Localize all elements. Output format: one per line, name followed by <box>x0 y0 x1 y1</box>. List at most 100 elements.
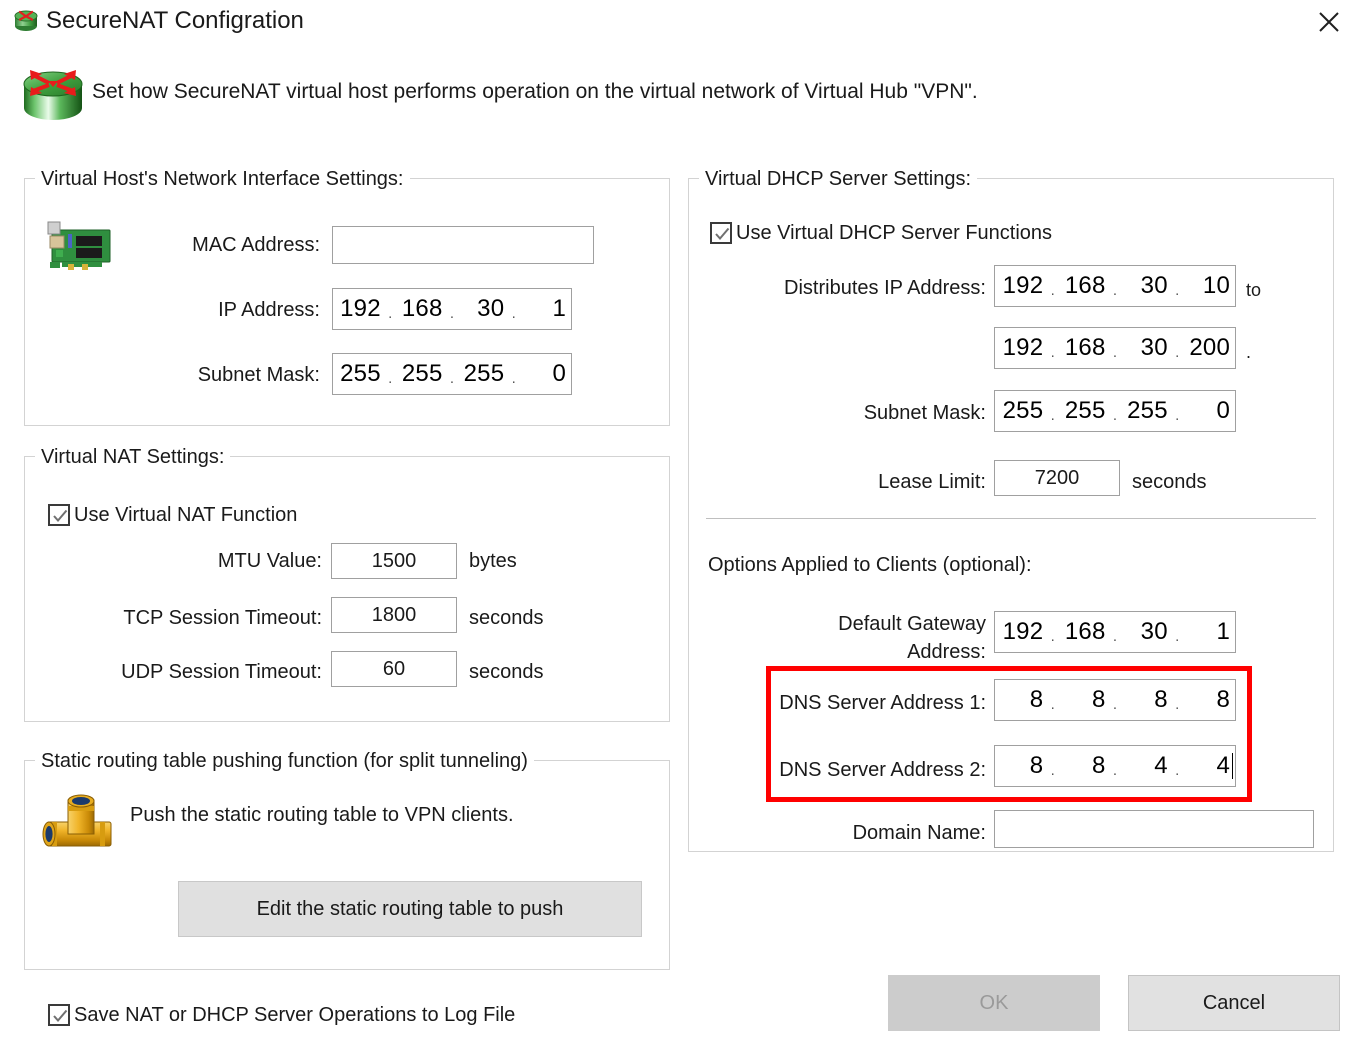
default-gateway-label-line1: Default Gateway <box>740 611 986 637</box>
default-gateway-label-line2: Address: <box>740 639 986 665</box>
network-adapter-card-icon <box>44 220 116 276</box>
ip-octet-1[interactable]: 192 <box>333 289 386 329</box>
dns1-octet-3[interactable]: 8 <box>1120 680 1173 720</box>
udp-session-timeout-input[interactable]: 60 <box>331 651 457 687</box>
ip-separator-dot: . <box>1111 391 1120 431</box>
ip-octet-4[interactable]: 1 <box>518 289 571 329</box>
ip-separator-dot: . <box>1048 680 1057 720</box>
udp-session-timeout-label: UDP Session Timeout: <box>110 659 322 685</box>
ip-separator-dot: . <box>448 354 457 394</box>
checkbox-box <box>48 504 70 526</box>
securenat-router-large-icon <box>18 62 88 128</box>
dhcp-subnet-octet-3[interactable]: 255 <box>1120 391 1173 431</box>
window-title-bar: SecureNAT Configration <box>0 0 1360 46</box>
range-end-octet-2[interactable]: 168 <box>1057 328 1110 368</box>
use-virtual-nat-checkbox[interactable]: Use Virtual NAT Function <box>48 502 297 528</box>
checkbox-box <box>48 1004 70 1026</box>
ip-separator-dot: . <box>1111 328 1120 368</box>
dialog-header: Set how SecureNAT virtual host performs … <box>0 58 1360 134</box>
close-icon[interactable] <box>1298 0 1360 44</box>
cancel-button[interactable]: Cancel <box>1128 975 1340 1031</box>
dns-server-1-label: DNS Server Address 1: <box>740 690 986 716</box>
ip-separator-dot: . <box>1173 391 1182 431</box>
tcp-session-timeout-input[interactable]: 1800 <box>331 597 457 633</box>
range-end-octet-4[interactable]: 200 <box>1182 328 1235 368</box>
range-start-octet-4[interactable]: 10 <box>1182 266 1235 306</box>
ok-button[interactable]: OK <box>888 975 1100 1031</box>
subnet-mask-input[interactable]: 255 . 255 . 255 . 0 <box>332 353 572 395</box>
ip-octet-2[interactable]: 168 <box>395 289 448 329</box>
ip-separator-dot: . <box>509 354 518 394</box>
range-end-suffix: . <box>1246 339 1251 365</box>
ip-separator-dot: . <box>1173 746 1182 786</box>
dhcp-subnet-mask-label: Subnet Mask: <box>740 400 986 426</box>
dhcp-subnet-octet-4[interactable]: 0 <box>1182 391 1235 431</box>
subnet-octet-1[interactable]: 255 <box>333 354 386 394</box>
distributes-ip-address-label: Distributes IP Address: <box>740 275 986 301</box>
window-title: SecureNAT Configration <box>46 6 304 36</box>
lease-limit-label: Lease Limit: <box>740 469 986 495</box>
dhcp-server-legend: Virtual DHCP Server Settings: <box>699 166 977 192</box>
mtu-unit-label: bytes <box>469 548 517 574</box>
subnet-octet-3[interactable]: 255 <box>457 354 510 394</box>
range-to-text: to <box>1246 277 1261 303</box>
dns1-octet-1[interactable]: 8 <box>995 680 1048 720</box>
ip-address-label: IP Address: <box>140 297 320 323</box>
gateway-octet-3[interactable]: 30 <box>1120 612 1173 652</box>
dns1-octet-4[interactable]: 8 <box>1182 680 1235 720</box>
dhcp-subnet-mask-input[interactable]: 255 . 255 . 255 . 0 <box>994 390 1236 432</box>
subnet-octet-4[interactable]: 0 <box>518 354 571 394</box>
dhcp-range-start-input[interactable]: 192 . 168 . 30 . 10 <box>994 265 1236 307</box>
use-dhcp-label: Use Virtual DHCP Server Functions <box>736 220 1052 246</box>
tcp-session-timeout-label: TCP Session Timeout: <box>110 605 322 631</box>
ip-separator-dot: . <box>1048 266 1057 306</box>
mtu-value-input[interactable]: 1500 <box>331 543 457 579</box>
ip-separator-dot: . <box>1111 266 1120 306</box>
range-start-octet-2[interactable]: 168 <box>1057 266 1110 306</box>
default-gateway-input[interactable]: 192 . 168 . 30 . 1 <box>994 611 1236 653</box>
range-end-octet-3[interactable]: 30 <box>1120 328 1173 368</box>
lease-limit-input[interactable]: 7200 <box>994 460 1120 496</box>
ip-separator-dot: . <box>1173 680 1182 720</box>
dns-server-1-input[interactable]: 8 . 8 . 8 . 8 <box>994 679 1236 721</box>
dns-server-2-input[interactable]: 8 . 8 . 4 . 4 <box>994 745 1236 787</box>
ip-separator-dot: . <box>1111 680 1120 720</box>
ip-octet-3[interactable]: 30 <box>457 289 510 329</box>
ip-separator-dot: . <box>1173 328 1182 368</box>
virtual-nat-legend: Virtual NAT Settings: <box>35 444 230 470</box>
static-routing-group: Static routing table pushing function (f… <box>24 760 670 970</box>
dns2-octet-4[interactable]: 4 <box>1182 746 1235 786</box>
udp-unit-label: seconds <box>469 659 544 685</box>
subnet-octet-2[interactable]: 255 <box>395 354 448 394</box>
gateway-octet-1[interactable]: 192 <box>995 612 1048 652</box>
use-dhcp-checkbox[interactable]: Use Virtual DHCP Server Functions <box>710 220 1052 246</box>
range-end-octet-1[interactable]: 192 <box>995 328 1048 368</box>
dhcp-range-end-input[interactable]: 192 . 168 . 30 . 200 <box>994 327 1236 369</box>
range-start-octet-3[interactable]: 30 <box>1120 266 1173 306</box>
dhcp-subnet-octet-1[interactable]: 255 <box>995 391 1048 431</box>
dns2-octet-3[interactable]: 4 <box>1120 746 1173 786</box>
mac-address-input[interactable] <box>332 226 594 264</box>
range-start-octet-1[interactable]: 192 <box>995 266 1048 306</box>
dhcp-subnet-octet-2[interactable]: 255 <box>1057 391 1110 431</box>
gateway-octet-4[interactable]: 1 <box>1182 612 1235 652</box>
ip-separator-dot: . <box>1111 612 1120 652</box>
save-log-checkbox[interactable]: Save NAT or DHCP Server Operations to Lo… <box>48 1002 515 1028</box>
dns2-octet-1[interactable]: 8 <box>995 746 1048 786</box>
securenat-router-icon <box>12 7 40 35</box>
edit-static-routing-table-button[interactable]: Edit the static routing table to push <box>178 881 642 937</box>
ip-separator-dot: . <box>1173 266 1182 306</box>
ip-address-input[interactable]: 192 . 168 . 30 . 1 <box>332 288 572 330</box>
ip-separator-dot: . <box>1111 746 1120 786</box>
domain-name-input[interactable] <box>994 810 1314 848</box>
ip-separator-dot: . <box>386 354 395 394</box>
dns1-octet-2[interactable]: 8 <box>1057 680 1110 720</box>
ip-separator-dot: . <box>1173 612 1182 652</box>
static-routing-legend: Static routing table pushing function (f… <box>35 748 534 774</box>
dns2-octet-2[interactable]: 8 <box>1057 746 1110 786</box>
lease-unit-label: seconds <box>1132 469 1207 495</box>
domain-name-label: Domain Name: <box>740 820 986 846</box>
gateway-octet-2[interactable]: 168 <box>1057 612 1110 652</box>
dns-server-2-label: DNS Server Address 2: <box>740 757 986 783</box>
ip-separator-dot: . <box>448 289 457 329</box>
